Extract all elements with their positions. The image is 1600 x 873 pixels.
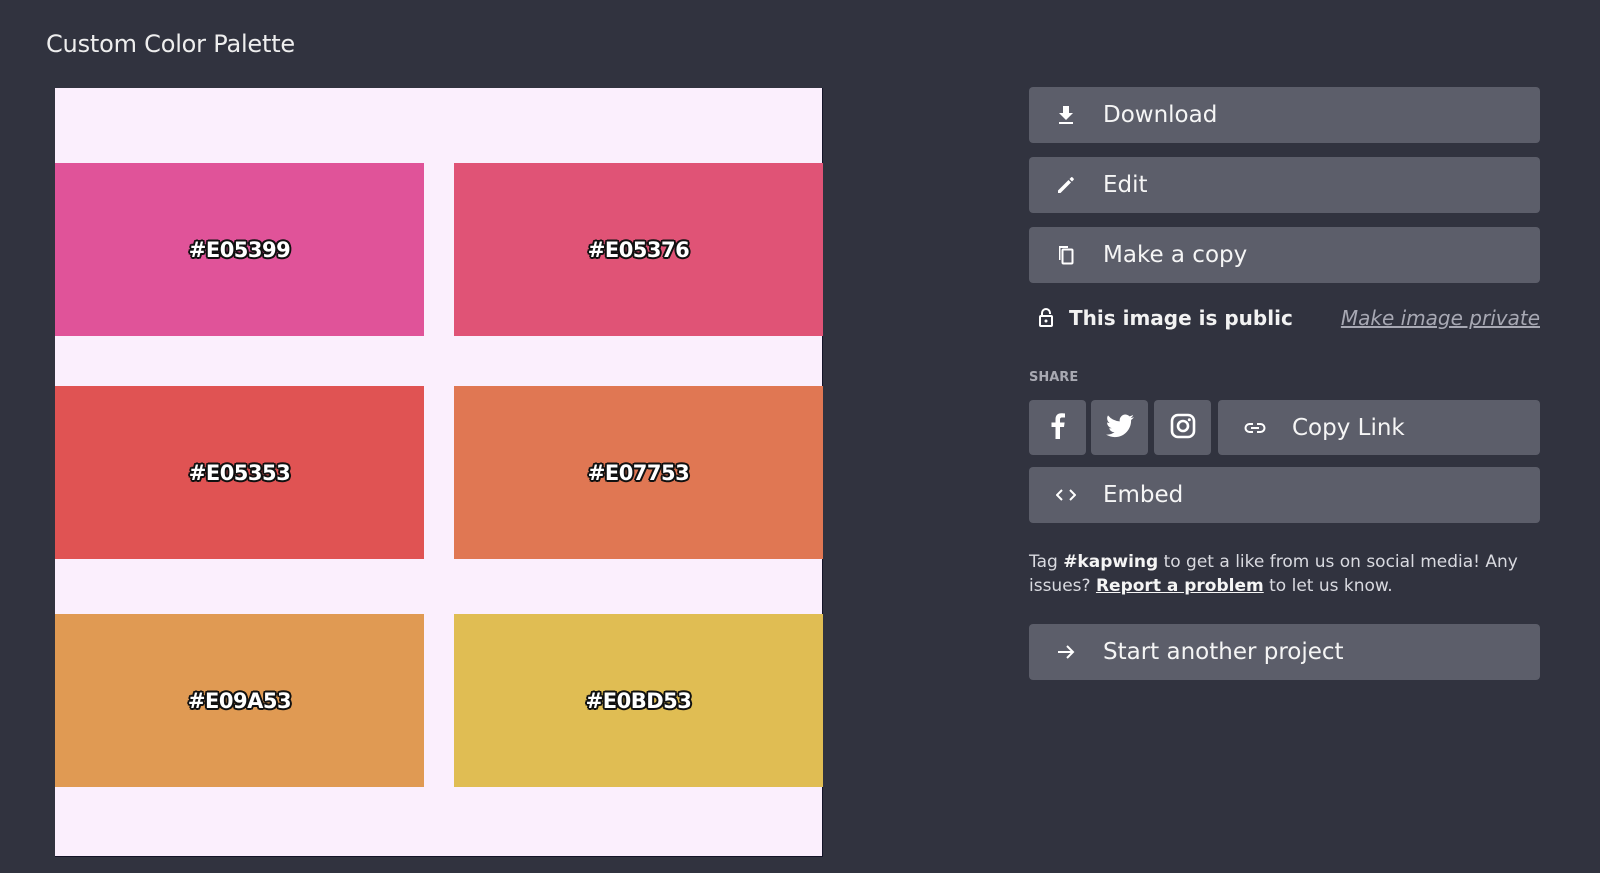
social-note: Tag #kapwing to get a like from us on so… (1029, 550, 1540, 598)
make-private-link[interactable]: Make image private (1341, 306, 1540, 330)
code-icon (1029, 488, 1103, 502)
pencil-icon (1029, 175, 1103, 195)
privacy-status: This image is public (1069, 306, 1293, 330)
color-swatch: #E0BD53 (454, 614, 823, 787)
color-swatch: #E09A53 (55, 614, 424, 787)
twitter-icon (1105, 413, 1134, 442)
embed-label: Embed (1103, 482, 1184, 508)
share-instagram-button[interactable] (1154, 400, 1211, 455)
start-project-label: Start another project (1103, 639, 1344, 665)
note-prefix: Tag (1029, 552, 1064, 572)
color-swatch: #E07753 (454, 386, 823, 559)
start-another-project-button[interactable]: Start another project (1029, 624, 1540, 680)
instagram-icon (1170, 413, 1196, 443)
color-swatch: #E05399 (55, 163, 424, 336)
palette-image: #E05399 #E05376 #E05353 #E07753 #E09A53 … (55, 88, 823, 857)
download-icon (1029, 105, 1103, 125)
link-icon (1218, 422, 1292, 434)
kapwing-hashtag: #kapwing (1063, 552, 1159, 572)
copy-link-label: Copy Link (1292, 414, 1405, 441)
report-problem-link[interactable]: Report a problem (1096, 576, 1264, 596)
download-button[interactable]: Download (1029, 87, 1540, 143)
facebook-icon (1051, 412, 1065, 443)
lock-open-icon (1029, 308, 1063, 328)
page-title: Custom Color Palette (46, 30, 295, 58)
download-label: Download (1103, 102, 1218, 128)
privacy-row: This image is public Make image private (1029, 303, 1540, 333)
color-swatch: #E05353 (55, 386, 424, 559)
copy-link-button[interactable]: Copy Link (1218, 400, 1540, 455)
make-copy-label: Make a copy (1103, 242, 1248, 268)
note-suffix: to let us know. (1263, 576, 1393, 596)
arrow-right-icon (1029, 644, 1103, 660)
make-copy-button[interactable]: Make a copy (1029, 227, 1540, 283)
share-twitter-button[interactable] (1091, 400, 1148, 455)
copy-icon (1029, 244, 1103, 266)
edit-button[interactable]: Edit (1029, 157, 1540, 213)
embed-button[interactable]: Embed (1029, 467, 1540, 523)
edit-label: Edit (1103, 172, 1148, 198)
color-swatch: #E05376 (454, 163, 823, 336)
share-facebook-button[interactable] (1029, 400, 1086, 455)
share-heading: SHARE (1029, 370, 1079, 385)
